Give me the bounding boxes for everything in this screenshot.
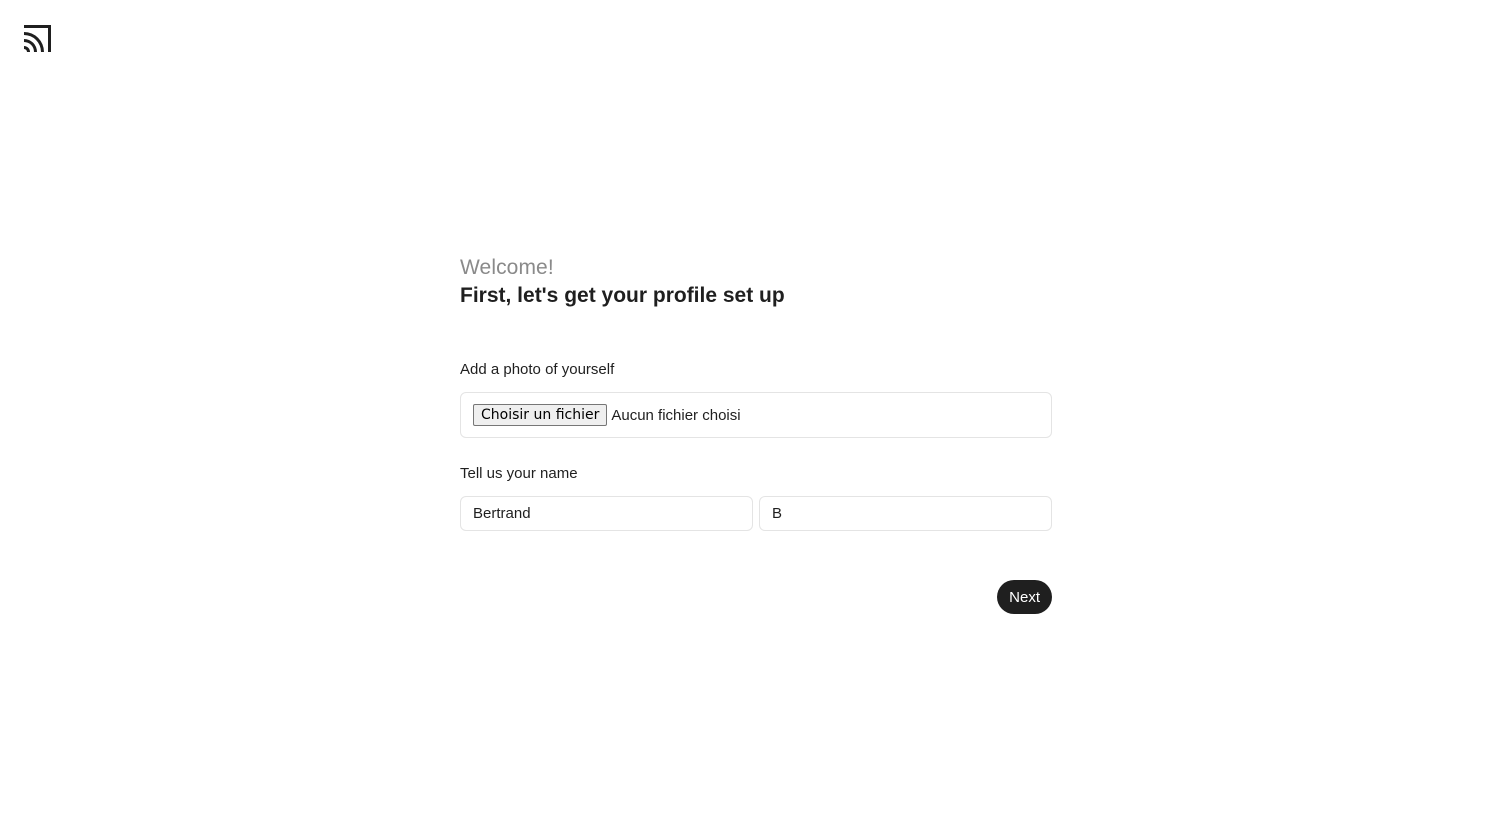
welcome-text: Welcome! (460, 256, 554, 279)
last-name-field[interactable] (759, 496, 1052, 531)
form-actions: Next (460, 580, 1052, 614)
photo-file-input[interactable]: Choisir un fichier Aucun fichier choisi (460, 392, 1052, 438)
next-button[interactable]: Next (997, 580, 1052, 614)
file-status-text: Aucun fichier choisi (611, 406, 741, 424)
choose-file-button[interactable]: Choisir un fichier (473, 404, 608, 426)
onboarding-page: Welcome! First, let's get your profile s… (0, 0, 1512, 814)
page-title: First, let's get your profile set up (460, 284, 785, 307)
profile-setup-form: Welcome! First, let's get your profile s… (460, 254, 1052, 614)
name-section-label: Tell us your name (460, 465, 578, 482)
photo-section-label: Add a photo of yourself (460, 361, 615, 378)
broadcast-arcs-logo-icon[interactable] (22, 22, 54, 54)
first-name-field[interactable] (460, 496, 753, 531)
name-fields-row (460, 496, 1052, 531)
